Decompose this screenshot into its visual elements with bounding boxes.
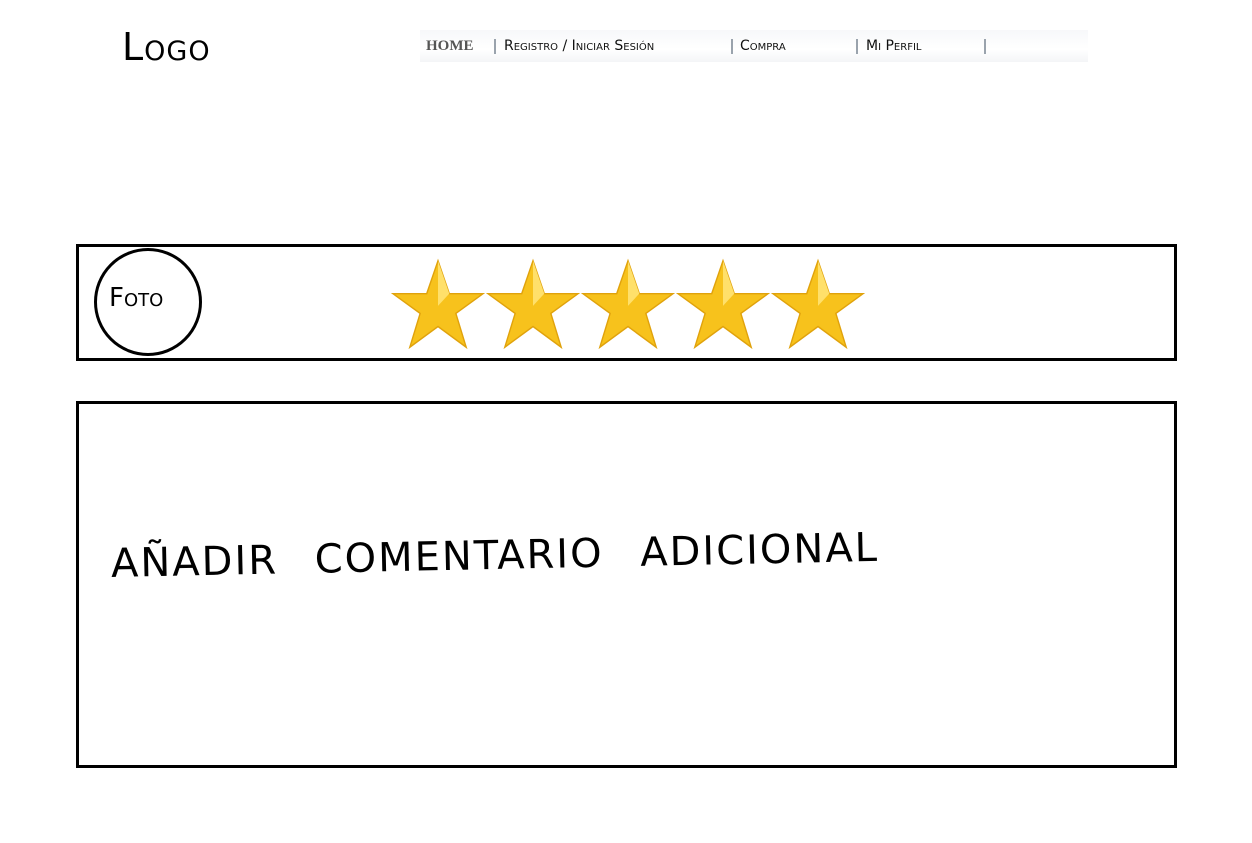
nav-separator [494, 39, 496, 54]
star-rating [391, 258, 867, 350]
star-icon[interactable] [771, 258, 865, 350]
logo[interactable]: Logo [122, 28, 211, 66]
nav-home[interactable]: HOME [426, 36, 474, 56]
star-icon[interactable] [676, 258, 770, 350]
nav-profile[interactable]: Mi Perfil [866, 36, 921, 56]
nav-purchase[interactable]: Compra [740, 36, 786, 56]
nav-separator [984, 39, 986, 54]
main-nav: HOME Registro / Iniciar Sesión Compra Mi… [420, 30, 1088, 62]
comment-prompt: AÑADIR COMENTARIO ADICIONAL [110, 524, 880, 587]
user-photo[interactable]: Foto [94, 248, 202, 356]
photo-label: Foto [109, 283, 164, 313]
nav-login[interactable]: Registro / Iniciar Sesión [504, 36, 654, 56]
star-icon[interactable] [486, 258, 580, 350]
star-icon[interactable] [581, 258, 675, 350]
nav-separator [856, 39, 858, 54]
star-icon[interactable] [391, 258, 485, 350]
comment-box[interactable]: AÑADIR COMENTARIO ADICIONAL [76, 401, 1177, 768]
rating-panel: Foto [76, 244, 1177, 361]
nav-separator [731, 39, 733, 54]
